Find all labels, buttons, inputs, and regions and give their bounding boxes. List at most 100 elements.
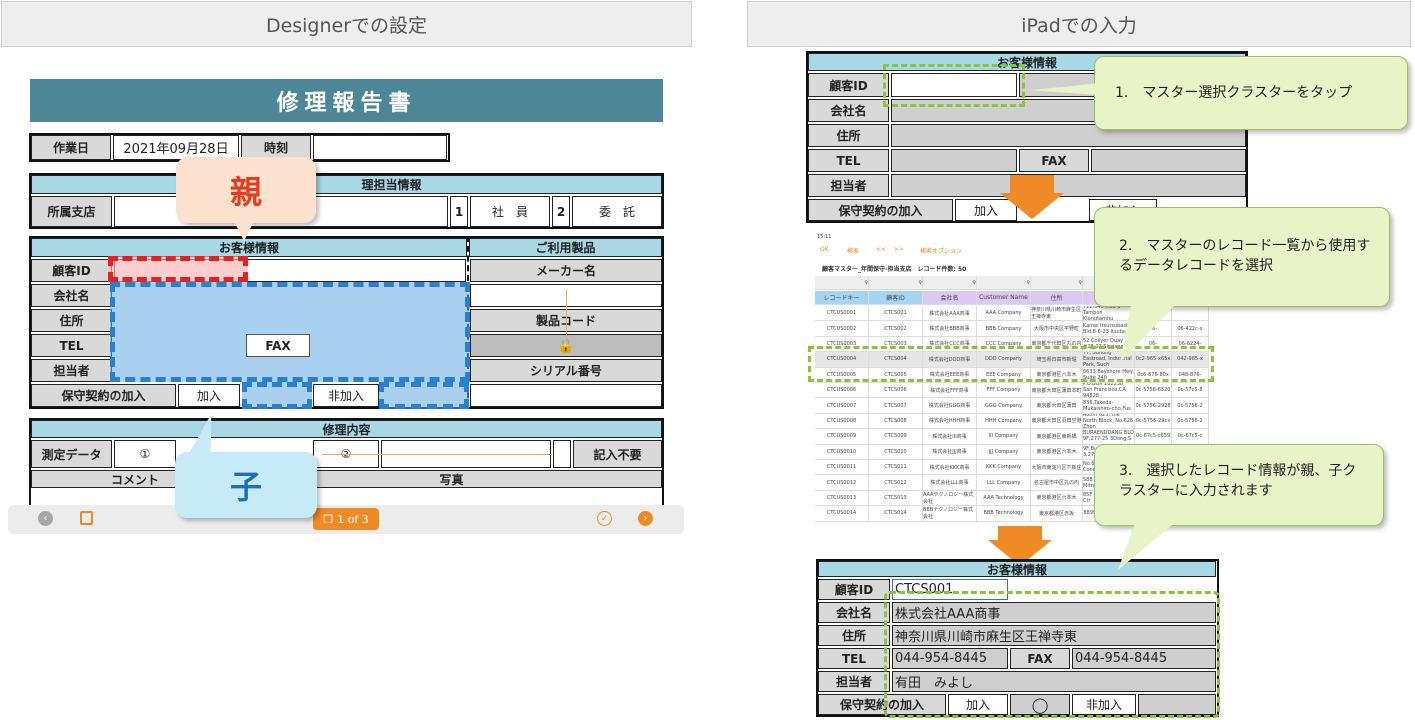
column-header[interactable]: 住所	[1031, 291, 1083, 305]
ipad-bottom-address-label: 住所	[818, 625, 890, 646]
list-cell: 株式会社III商事	[923, 429, 977, 445]
list-cell: CTCUS0009	[815, 429, 869, 445]
circle1: ①	[114, 440, 176, 468]
child-cluster-notjoin[interactable]	[379, 382, 469, 409]
ipad-top-fax-label: FAX	[1019, 149, 1089, 172]
list-cell: KKK Company	[977, 460, 1031, 476]
column-header[interactable]: レコードキー	[815, 291, 869, 305]
measure-link-line	[322, 454, 552, 455]
ipad-top-contract-label: 保守契約の加入	[808, 199, 953, 221]
ipad-top-master-cluster[interactable]	[883, 64, 1025, 107]
contract-label: 保守契約の加入	[31, 384, 176, 407]
list-cell: CTCUS0012	[815, 475, 869, 491]
list-cell: CTCS001	[869, 306, 923, 322]
list-cell: 株式会社AAA商事	[923, 306, 977, 322]
step1-callout: 1. マスター選択クラスターをタップ	[1094, 56, 1408, 130]
list-title: 顧客マスター_年間保守-担当支店 レコード件数: 50	[822, 266, 967, 273]
list-cell: BBB Company	[977, 321, 1031, 337]
next-icon[interactable]: ›	[638, 511, 653, 526]
list-cell: 722/845 Moo 5 Tambon Klongtamhu	[1083, 306, 1135, 322]
step3-callout: 3. 選択したレコード情報が親、子クラスターに入力されます	[1094, 444, 1384, 526]
ipad-top-tel-field[interactable]	[891, 149, 1017, 172]
search-icon[interactable]: ⚲	[923, 276, 977, 290]
list-cell: CTCUS0002	[815, 321, 869, 337]
list-cell: 株式会社LLL商事	[923, 475, 977, 491]
ipad-bottom-tel-label: TEL	[818, 648, 890, 669]
employee-option[interactable]: 社 員	[470, 196, 550, 227]
list-cell: 東京都港区六本木	[1031, 490, 1083, 507]
link-line	[566, 290, 567, 346]
pages-icon: ❐	[323, 512, 334, 526]
list-cell: 東京都大田区羽田空港	[1031, 413, 1083, 430]
check-icon[interactable]: ✓	[597, 511, 612, 526]
time-field[interactable]	[313, 135, 447, 160]
num1: 1	[450, 196, 468, 227]
child-cluster-join[interactable]	[242, 382, 312, 409]
list-cell: 0c-5756-2	[1172, 413, 1209, 430]
pager-button[interactable]: ❐ 1 of 3	[313, 508, 379, 530]
branch-label: 所属支店	[31, 196, 112, 227]
ipad-top-customer-id-label: 顧客ID	[808, 73, 889, 97]
serial-field[interactable]	[470, 384, 662, 407]
list-item[interactable]: CTCUS0009 CTCS009 株式会社III商事 III Company 東京都港…	[815, 429, 1209, 445]
list-cell: 東京都港区東新橋	[1031, 429, 1083, 445]
search-option-button[interactable]: 検索オプション	[920, 246, 962, 255]
list-cell: CTCS011	[869, 460, 923, 476]
staff-section-text: 理担当情報	[361, 178, 422, 192]
child-callout: 子	[175, 452, 317, 518]
list-cell: LLL Company	[977, 475, 1031, 491]
back-icon[interactable]: ‹	[38, 511, 53, 526]
list-item[interactable]: CTCUS0006 CTCS006 株式会社FFF商事 FFF Company 東京都大…	[815, 383, 1209, 399]
step3-text: 3. 選択したレコード情報が親、子クラスターに入力されます	[1119, 463, 1357, 499]
list-cell	[1172, 306, 1209, 322]
consign-option[interactable]: 委 託	[572, 196, 662, 227]
customer-id-label: 顧客ID	[31, 259, 112, 282]
search-icon[interactable]: ⚲	[1031, 276, 1083, 290]
step1-text: 1. マスター選択クラスターをタップ	[1115, 85, 1353, 101]
column-header[interactable]: Customer Name	[977, 291, 1031, 305]
parent-callout-tail	[234, 221, 254, 241]
list-cell: GGG Company	[977, 398, 1031, 414]
parent-cluster[interactable]	[108, 256, 248, 282]
num2: 2	[552, 196, 570, 227]
list-cell: CTCS009	[869, 429, 923, 445]
save-icon[interactable]	[80, 511, 93, 525]
column-header[interactable]: 顧客ID	[869, 291, 923, 305]
not-join-option[interactable]: 非加入	[313, 384, 379, 407]
list-cell: 0c-5756-29cx	[1135, 413, 1172, 430]
search-icon[interactable]: ⚲	[869, 276, 923, 290]
list-cell: CTCUS0006	[815, 383, 869, 399]
list-cell: 株式会社FFF商事	[923, 383, 977, 399]
ipad-top-person-field[interactable]	[891, 174, 1246, 197]
person-label: 担当者	[31, 359, 112, 382]
list-item[interactable]: CTCUS0008 CTCS008 株式会社HHH商事 HHH Company 東京都大…	[815, 413, 1209, 430]
list-cell: 0c-67c5-c659	[1135, 429, 1172, 445]
list-cell: 大阪市東淀川区下新庄	[1031, 460, 1083, 476]
column-header[interactable]: 会社名	[923, 291, 977, 305]
join-option[interactable]: 加入	[178, 384, 240, 407]
list-cell: AAA Technology	[977, 490, 1031, 507]
list-cell: BBBテクノロジー株式会社	[923, 506, 977, 522]
search-icon[interactable]: ⚲	[977, 276, 1031, 290]
ipad-top-company-label: 会社名	[808, 99, 889, 122]
ipad-header: iPadでの入力	[747, 1, 1411, 47]
list-item[interactable]: CTCUS0007 CTCS007 株式会社GGG商事 GGG Company 東京都大…	[815, 398, 1209, 414]
ok-button[interactable]: OK	[820, 246, 829, 253]
maker-label: メーカー名	[470, 259, 662, 282]
no-entry-check[interactable]	[553, 440, 571, 468]
ipad-bottom-filled-cluster	[884, 591, 1220, 718]
nav-buttons[interactable]: << >>	[876, 246, 904, 253]
serial-label: シリアル番号	[470, 359, 662, 382]
list-cell: CTCS008	[869, 413, 923, 430]
search-icon[interactable]: ⚲	[815, 276, 869, 290]
list-cell: 0c-57c5-8	[1172, 383, 1209, 399]
list-cell: AAAテクノロジー株式会社	[923, 490, 977, 507]
list-cell: 株式会社KKK商事	[923, 460, 977, 476]
staff-section-title: 理担当情報	[31, 175, 662, 194]
list-cell: CTCS010	[869, 444, 923, 460]
list-cell: 株式会社HHH商事	[923, 413, 977, 430]
ipad-top-fax-field[interactable]	[1091, 149, 1246, 172]
list-cell: CTCS014	[869, 506, 923, 522]
child-cluster-main[interactable]	[110, 282, 470, 382]
search-button[interactable]: 検索	[847, 246, 859, 255]
